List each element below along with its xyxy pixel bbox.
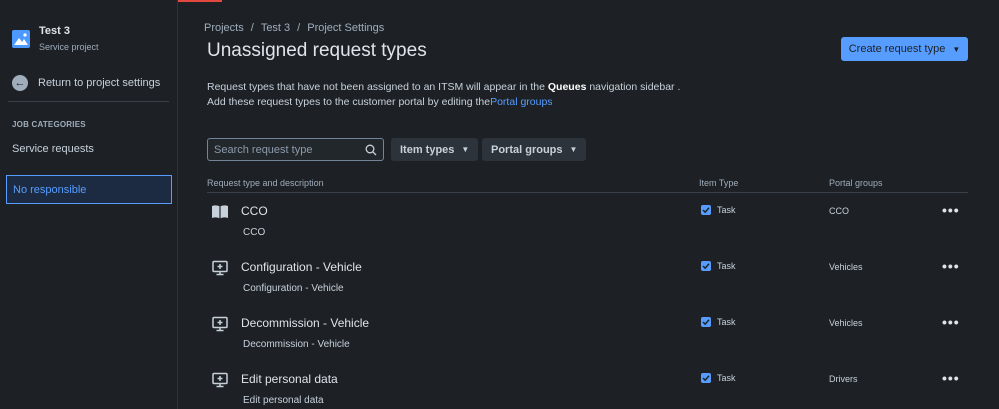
item-type-label: Task <box>717 261 736 271</box>
more-actions-icon[interactable]: ••• <box>942 258 960 274</box>
item-type-cell: Task <box>701 317 736 327</box>
request-type-description: Decommission - Vehicle <box>243 339 350 350</box>
sidebar-item-service-requests[interactable]: Service requests <box>12 143 94 155</box>
item-type-cell: Task <box>701 205 736 215</box>
monitor-icon <box>212 316 228 332</box>
desc-text: Request types that have not been assigne… <box>207 81 548 93</box>
more-actions-icon[interactable]: ••• <box>942 370 960 386</box>
breadcrumb-projects[interactable]: Projects <box>204 22 244 34</box>
arrow-left-icon: ← <box>12 75 28 91</box>
desc-text-end: navigation sidebar . <box>586 81 681 93</box>
monitor-icon <box>212 260 228 276</box>
chevron-down-icon: ▼ <box>461 145 470 154</box>
project-type: Service project <box>39 42 99 52</box>
page-title: Unassigned request types <box>207 40 427 61</box>
checkbox-icon[interactable] <box>701 317 711 327</box>
column-header-item-type[interactable]: Item Type <box>699 178 738 188</box>
checkbox-icon[interactable] <box>701 373 711 383</box>
breadcrumb: Projects / Test 3/Project Settings <box>204 22 385 34</box>
portal-group-cell: CCO <box>829 206 849 216</box>
sidebar-item-no-responsible[interactable]: No responsible <box>6 175 172 204</box>
book-icon <box>212 205 228 219</box>
request-type-name[interactable]: Configuration - Vehicle <box>241 260 362 274</box>
table-row[interactable]: Decommission - Vehicle Decommission - Ve… <box>207 306 968 362</box>
checkbox-icon[interactable] <box>701 261 711 271</box>
item-types-filter[interactable]: Item types ▼ <box>391 138 479 161</box>
page-description: Request types that have not been assigne… <box>207 80 680 110</box>
create-request-type-button[interactable]: Create request type ▼ <box>841 37 968 61</box>
header-divider <box>207 192 968 193</box>
return-to-settings-link[interactable]: ← Return to project settings <box>12 75 160 91</box>
request-type-description: Edit personal data <box>243 395 324 406</box>
more-actions-icon[interactable]: ••• <box>942 314 960 330</box>
request-type-name[interactable]: CCO <box>241 204 268 218</box>
return-label: Return to project settings <box>38 77 161 89</box>
monitor-icon <box>212 372 228 388</box>
item-type-cell: Task <box>701 373 736 383</box>
column-header-portal[interactable]: Portal groups <box>829 178 883 188</box>
top-accent-bar <box>172 0 222 2</box>
portal-groups-link[interactable]: Portal groups <box>490 96 552 108</box>
request-type-name[interactable]: Decommission - Vehicle <box>241 316 369 330</box>
search-input[interactable] <box>214 143 365 156</box>
item-type-label: Task <box>717 205 736 215</box>
project-header[interactable]: Test 3 Service project <box>12 25 99 52</box>
checkbox-icon[interactable] <box>701 205 711 215</box>
request-type-description: Configuration - Vehicle <box>243 283 344 294</box>
table-row[interactable]: Edit personal data Edit personal data Ta… <box>207 362 968 409</box>
create-button-label: Create request type <box>848 43 946 55</box>
item-type-cell: Task <box>701 261 736 271</box>
chevron-down-icon: ▼ <box>569 145 578 154</box>
chevron-down-icon: ▼ <box>952 44 961 54</box>
section-heading: JOB CATEGORIES <box>12 120 86 129</box>
desc-bold: Queues <box>547 81 587 93</box>
portal-group-cell: Vehicles <box>829 262 863 272</box>
portal-groups-filter[interactable]: Portal groups ▼ <box>482 138 587 161</box>
search-icon[interactable] <box>365 144 377 156</box>
desc-text-2: Add these request types to the customer … <box>207 96 491 108</box>
item-types-label: Item types <box>400 143 455 156</box>
portal-groups-label: Portal groups <box>491 143 563 156</box>
project-name: Test 3 <box>39 25 70 37</box>
table-row[interactable]: Configuration - Vehicle Configuration - … <box>207 250 968 306</box>
portal-group-cell: Vehicles <box>829 318 863 328</box>
breadcrumb-project[interactable]: Test 3 <box>261 22 290 34</box>
search-box[interactable] <box>207 138 384 161</box>
portal-group-cell: Drivers <box>829 374 858 384</box>
request-type-name[interactable]: Edit personal data <box>241 372 338 386</box>
sidebar-divider <box>8 101 169 102</box>
sidebar: Test 3 Service project ← Return to proje… <box>0 0 178 409</box>
table-row[interactable]: CCO CCO Task CCO ••• <box>207 194 968 250</box>
project-avatar-icon <box>12 30 30 48</box>
request-type-description: CCO <box>243 227 266 238</box>
more-actions-icon[interactable]: ••• <box>942 202 960 218</box>
item-type-label: Task <box>717 373 736 383</box>
item-type-label: Task <box>717 317 736 327</box>
column-header-name[interactable]: Request type and description <box>207 178 324 188</box>
breadcrumb-settings[interactable]: Project Settings <box>307 22 384 34</box>
